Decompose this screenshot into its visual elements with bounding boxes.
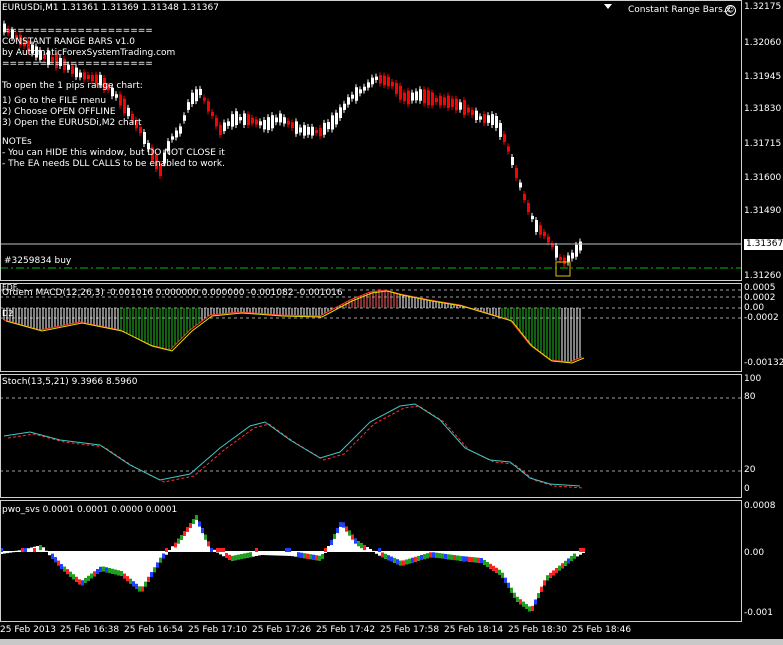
info-line: CONSTANT RANGE BARS v1.0 <box>2 37 135 47</box>
stoch-axis-label: 80 <box>744 392 756 402</box>
info-line: - You can HIDE this window, but DO NOT C… <box>2 148 225 158</box>
time-axis-label: 25 Feb 17:10 <box>188 625 248 635</box>
time-axis-label: 25 Feb 16:54 <box>124 625 184 635</box>
current-price-box: 1.31367 <box>744 239 783 250</box>
dropdown-arrow-icon <box>604 4 612 9</box>
stoch-axis-label: 100 <box>744 374 762 384</box>
time-axis-label: 25 Feb 17:58 <box>380 625 440 635</box>
info-line: by AutomaticForexSystemTrading.com <box>2 48 176 58</box>
time-axis-label: 25 Feb 18:14 <box>444 625 504 635</box>
stoch-axis-label: 20 <box>744 465 756 475</box>
ea-info-panel: ==================== CONSTANT RANGE BARS… <box>2 26 225 170</box>
macd-label: Ordem MACD(12,26,3) -0.001016 0.000000 0… <box>2 288 343 298</box>
macd-axis-label: 0.00 <box>744 303 765 313</box>
price-axis-label: 1.31715 <box>744 139 782 149</box>
pwo-pane[interactable] <box>0 500 742 622</box>
info-line: - The EA needs DLL CALLS to be enabled t… <box>2 159 225 169</box>
price-axis-label: 1.32060 <box>744 38 782 48</box>
macd-tag-d2: D2 <box>2 309 14 318</box>
time-axis-label: 25 Feb 16:38 <box>60 625 120 635</box>
ea-name: Constant Range Bars.x <box>628 5 731 15</box>
horizontal-scrollbar[interactable] <box>0 639 783 645</box>
price-axis-label: 1.31945 <box>744 72 782 82</box>
macd-axis-label: -0.00132 <box>744 358 783 368</box>
price-axis-label: 1.31600 <box>744 173 782 183</box>
info-line: ==================== <box>2 59 153 69</box>
macd-axis-label: 0.0005 <box>744 283 776 293</box>
info-line: NOTEs <box>2 137 32 147</box>
time-axis-label: 25 Feb 17:42 <box>316 625 376 635</box>
time-axis-label: 25 Feb 17:26 <box>252 625 312 635</box>
price-axis-label: 1.31830 <box>744 104 782 114</box>
pwo-axis-label: -0.001 <box>744 608 774 618</box>
symbol-info: EURUSDi,M1 1.31361 1.31369 1.31348 1.313… <box>2 3 219 13</box>
macd-axis-label: -0.0002 <box>744 313 779 323</box>
info-line <box>2 129 225 137</box>
info-line: 1) Go to the FILE menu <box>2 96 107 106</box>
stoch-label: Stoch(13,5,21) 9.3966 8.5960 <box>2 377 138 387</box>
time-axis-label: 25 Feb 18:46 <box>572 625 632 635</box>
info-line <box>2 70 225 81</box>
info-line: To open the 1 pips range chart: <box>2 81 143 91</box>
pwo-axis-label: 0.00 <box>744 548 765 558</box>
price-axis-label: 1.31490 <box>744 206 782 216</box>
macd-axis-label: 0.0002 <box>744 293 776 303</box>
smiley-icon[interactable]: ☺ <box>725 5 736 16</box>
info-line: ==================== <box>2 26 153 36</box>
info-line: 3) Open the EURUSDi,M2 chart <box>2 118 142 128</box>
price-axis-label: 1.31260 <box>744 271 782 281</box>
pwo-axis-label: 0.0008 <box>744 501 776 511</box>
order-label[interactable]: #3259834 buy <box>4 256 71 267</box>
time-axis-label: 25 Feb 18:30 <box>508 625 568 635</box>
stoch-pane[interactable] <box>0 374 742 498</box>
stoch-axis-label: 0 <box>744 484 750 494</box>
info-line: 2) Choose OPEN OFFLINE <box>2 107 116 117</box>
time-axis-label: 25 Feb 2013 <box>0 625 57 635</box>
price-axis-label: 1.32175 <box>744 2 782 12</box>
pwo-label: pwo_svs 0.0001 0.0001 0.0000 0.0001 <box>2 505 178 515</box>
